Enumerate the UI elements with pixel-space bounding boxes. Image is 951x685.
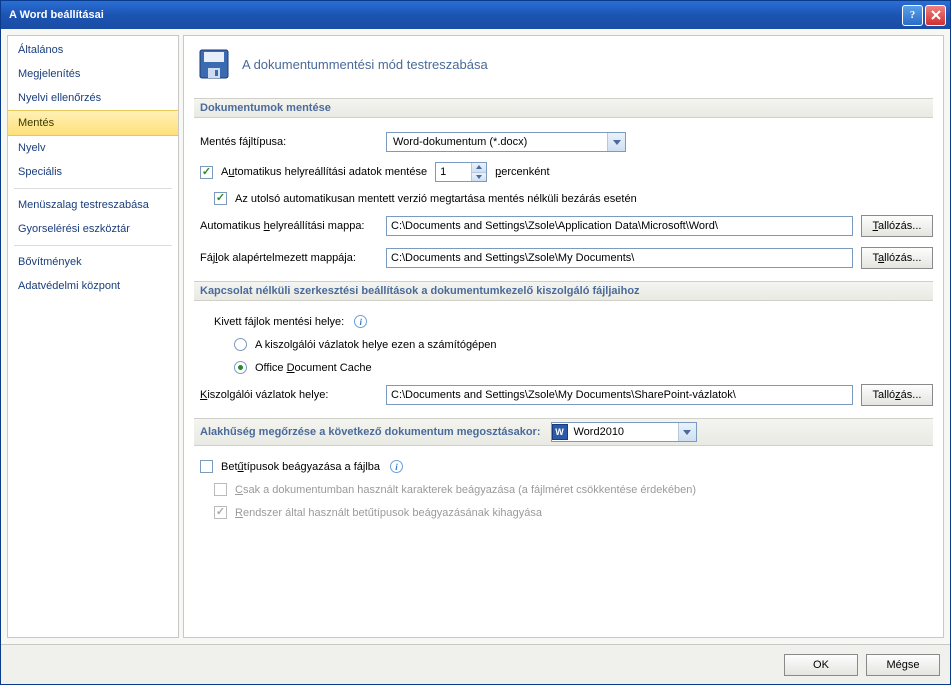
file-type-combo[interactable]: Word-dokumentum (*.docx) — [386, 132, 626, 152]
chevron-down-icon — [678, 423, 696, 441]
keep-last-label: Az utolsó automatikusan mentett verzió m… — [235, 193, 637, 205]
autorecover-folder-input[interactable]: C:\Documents and Settings\Zsole\Applicat… — [386, 216, 853, 236]
info-icon[interactable]: i — [354, 315, 367, 328]
embed-used-chars-label: Csak a dokumentumban használt karakterek… — [235, 484, 696, 496]
radio-office-cache[interactable] — [234, 361, 247, 374]
autosave-label: Automatikus helyreállítási adatok mentés… — [221, 166, 427, 178]
file-type-value: Word-dokumentum (*.docx) — [387, 136, 607, 148]
autorecover-folder-label: Automatikus helyreállítási mappa: — [200, 220, 378, 232]
options-dialog: A Word beállításai ? Általános Megjelení… — [0, 0, 951, 685]
section-fidelity: Alakhűség megőrzése a következő dokument… — [194, 418, 933, 446]
server-drafts-label: Kiszolgálói vázlatok helye: — [200, 389, 378, 401]
fidelity-document-combo[interactable]: W Word2010 — [551, 422, 697, 442]
autosave-checkbox[interactable] — [200, 166, 213, 179]
radio-server-drafts[interactable] — [234, 338, 247, 351]
section-offline: Kapcsolat nélküli szerkesztési beállítás… — [194, 281, 933, 301]
section-save-documents: Dokumentumok mentése — [194, 98, 933, 118]
default-folder-input[interactable]: C:\Documents and Settings\Zsole\My Docum… — [386, 248, 853, 268]
embed-fonts-checkbox[interactable] — [200, 460, 213, 473]
checkout-location-label: Kivett fájlok mentési helye: — [214, 316, 344, 328]
sidebar-item-save[interactable]: Mentés — [8, 110, 178, 136]
titlebar: A Word beállításai ? — [1, 1, 950, 29]
browse-default-button[interactable]: Tallózás... — [861, 247, 933, 269]
word-doc-icon: W — [552, 424, 568, 440]
autosave-interval-value: 1 — [436, 163, 471, 181]
fidelity-heading: Alakhűség megőrzése a következő dokument… — [200, 426, 541, 438]
default-folder-label: Fájlok alapértelmezett mappája: — [200, 252, 378, 264]
sidebar-item-display[interactable]: Megjelenítés — [8, 62, 178, 86]
sidebar-item-addins[interactable]: Bővítmények — [8, 250, 178, 274]
spinner-down-icon[interactable] — [472, 173, 486, 182]
radio-office-cache-label: Office Document Cache — [255, 362, 372, 374]
sidebar-item-proofing[interactable]: Nyelvi ellenőrzés — [8, 86, 178, 110]
skip-system-fonts-checkbox — [214, 506, 227, 519]
category-sidebar: Általános Megjelenítés Nyelvi ellenőrzés… — [7, 35, 179, 638]
embed-fonts-label: Betűtípusok beágyazása a fájlba — [221, 461, 380, 473]
autosave-interval-spinner[interactable]: 1 — [435, 162, 487, 182]
sidebar-item-advanced[interactable]: Speciális — [8, 160, 178, 184]
browse-autorecover-button[interactable]: Tallózás... — [861, 215, 933, 237]
window-title: A Word beállításai — [9, 9, 902, 21]
ok-button[interactable]: OK — [784, 654, 858, 676]
dialog-footer: OK Mégse — [1, 644, 950, 684]
server-drafts-input[interactable]: C:\Documents and Settings\Zsole\My Docum… — [386, 385, 853, 405]
cancel-button[interactable]: Mégse — [866, 654, 940, 676]
file-type-label: Mentés fájltípusa: — [200, 136, 378, 148]
embed-used-chars-checkbox — [214, 483, 227, 496]
close-icon — [931, 10, 941, 20]
sidebar-item-language[interactable]: Nyelv — [8, 136, 178, 160]
skip-system-fonts-label: Rendszer által használt betűtípusok beág… — [235, 507, 542, 519]
browse-drafts-button[interactable]: Tallózás... — [861, 384, 933, 406]
radio-server-drafts-label: A kiszolgálói vázlatok helye ezen a szám… — [255, 339, 497, 351]
spinner-up-icon[interactable] — [472, 163, 486, 173]
keep-last-checkbox[interactable] — [214, 192, 227, 205]
sidebar-item-general[interactable]: Általános — [8, 38, 178, 62]
sidebar-item-customize-ribbon[interactable]: Menüszalag testreszabása — [8, 193, 178, 217]
info-icon[interactable]: i — [390, 460, 403, 473]
chevron-down-icon — [607, 133, 625, 151]
main-panel: A dokumentummentési mód testreszabása Do… — [183, 35, 944, 638]
help-button[interactable]: ? — [902, 5, 923, 26]
fidelity-document-value: Word2010 — [568, 426, 678, 438]
sidebar-item-quick-access[interactable]: Gyorselérési eszköztár — [8, 217, 178, 241]
floppy-disk-icon — [198, 48, 230, 80]
page-title: A dokumentummentési mód testreszabása — [242, 57, 488, 72]
sidebar-item-trust-center[interactable]: Adatvédelmi központ — [8, 274, 178, 298]
close-button[interactable] — [925, 5, 946, 26]
autosave-unit-label: percenként — [495, 166, 549, 178]
